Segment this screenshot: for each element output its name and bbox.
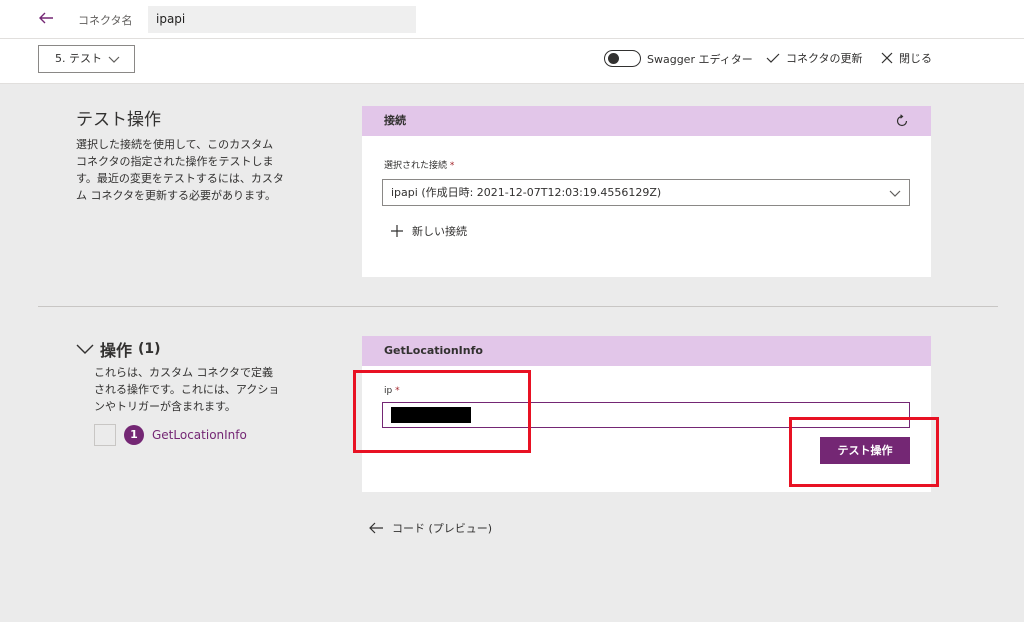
selected-connection-label-text: 選択された接続	[384, 161, 448, 171]
connection-select[interactable]: ipapi (作成日時: 2021-12-07T12:03:19.4556129…	[382, 179, 910, 206]
swagger-editor-label: Swagger エディター	[647, 52, 753, 66]
operations-count: (1)	[138, 341, 161, 357]
chevron-down-icon	[76, 344, 94, 354]
selected-connection-label: 選択された接続 *	[384, 158, 454, 171]
new-connection-button[interactable]: 新しい接続	[390, 223, 467, 239]
swagger-editor-toggle[interactable]: Swagger エディター	[604, 50, 753, 67]
ip-input-highlight	[353, 370, 531, 453]
top-bar: コネクタ名 ipapi	[0, 0, 1024, 38]
operation-card-header: GetLocationInfo	[362, 336, 931, 366]
test-section-description: 選択した接続を使用して、このカスタム コネクタの指定された操作をテストします。最…	[76, 138, 284, 202]
step-dropdown[interactable]: 5. テスト	[38, 45, 135, 73]
connection-select-value: ipapi (作成日時: 2021-12-07T12:03:19.4556129…	[391, 186, 662, 199]
code-preview-link[interactable]: コード (プレビュー)	[368, 520, 492, 536]
operation-card-title: GetLocationInfo	[384, 344, 483, 357]
code-preview-label: コード (プレビュー)	[392, 522, 493, 535]
operation-checkbox[interactable]	[94, 424, 116, 446]
test-section-title: テスト操作	[76, 110, 161, 130]
update-connector-button[interactable]: コネクタの更新	[766, 50, 863, 66]
connection-card: 接続 選択された接続 * ipapi (作成日時: 2021-12-07T12:…	[362, 106, 931, 277]
section-divider	[38, 306, 998, 307]
operations-title[interactable]: 操作 (1)	[76, 337, 161, 361]
plus-icon	[391, 225, 403, 237]
operation-list-item[interactable]: 1 GetLocationInfo	[94, 424, 247, 446]
toolbar: 5. テスト Swagger エディター コネクタの更新 閉じる	[0, 38, 1024, 84]
test-button-highlight	[789, 417, 939, 487]
connection-card-header: 接続	[362, 106, 931, 136]
operation-name[interactable]: GetLocationInfo	[152, 428, 247, 442]
update-connector-label: コネクタの更新	[786, 52, 863, 65]
operation-number-badge: 1	[124, 425, 144, 445]
chevron-down-icon	[108, 56, 120, 63]
step-dropdown-label: 5. テスト	[55, 52, 102, 65]
refresh-icon[interactable]	[895, 114, 909, 128]
close-button[interactable]: 閉じる	[881, 50, 932, 66]
close-icon	[881, 52, 893, 64]
connector-name-input[interactable]: ipapi	[148, 6, 416, 33]
back-arrow-icon	[369, 522, 383, 534]
toggle-switch[interactable]	[604, 50, 641, 67]
operations-title-text: 操作	[100, 341, 133, 360]
close-label: 閉じる	[899, 52, 932, 65]
connection-card-title: 接続	[384, 114, 406, 127]
new-connection-label: 新しい接続	[412, 225, 467, 238]
connector-name-label: コネクタ名	[78, 14, 133, 27]
back-arrow-icon[interactable]	[36, 8, 56, 28]
checkmark-icon	[766, 53, 780, 63]
required-mark: *	[449, 161, 455, 171]
toggle-knob	[608, 53, 619, 64]
operations-description: これらは、カスタム コネクタで定義される操作です。これには、アクションやトリガー…	[94, 366, 280, 413]
chevron-down-icon	[889, 190, 901, 197]
